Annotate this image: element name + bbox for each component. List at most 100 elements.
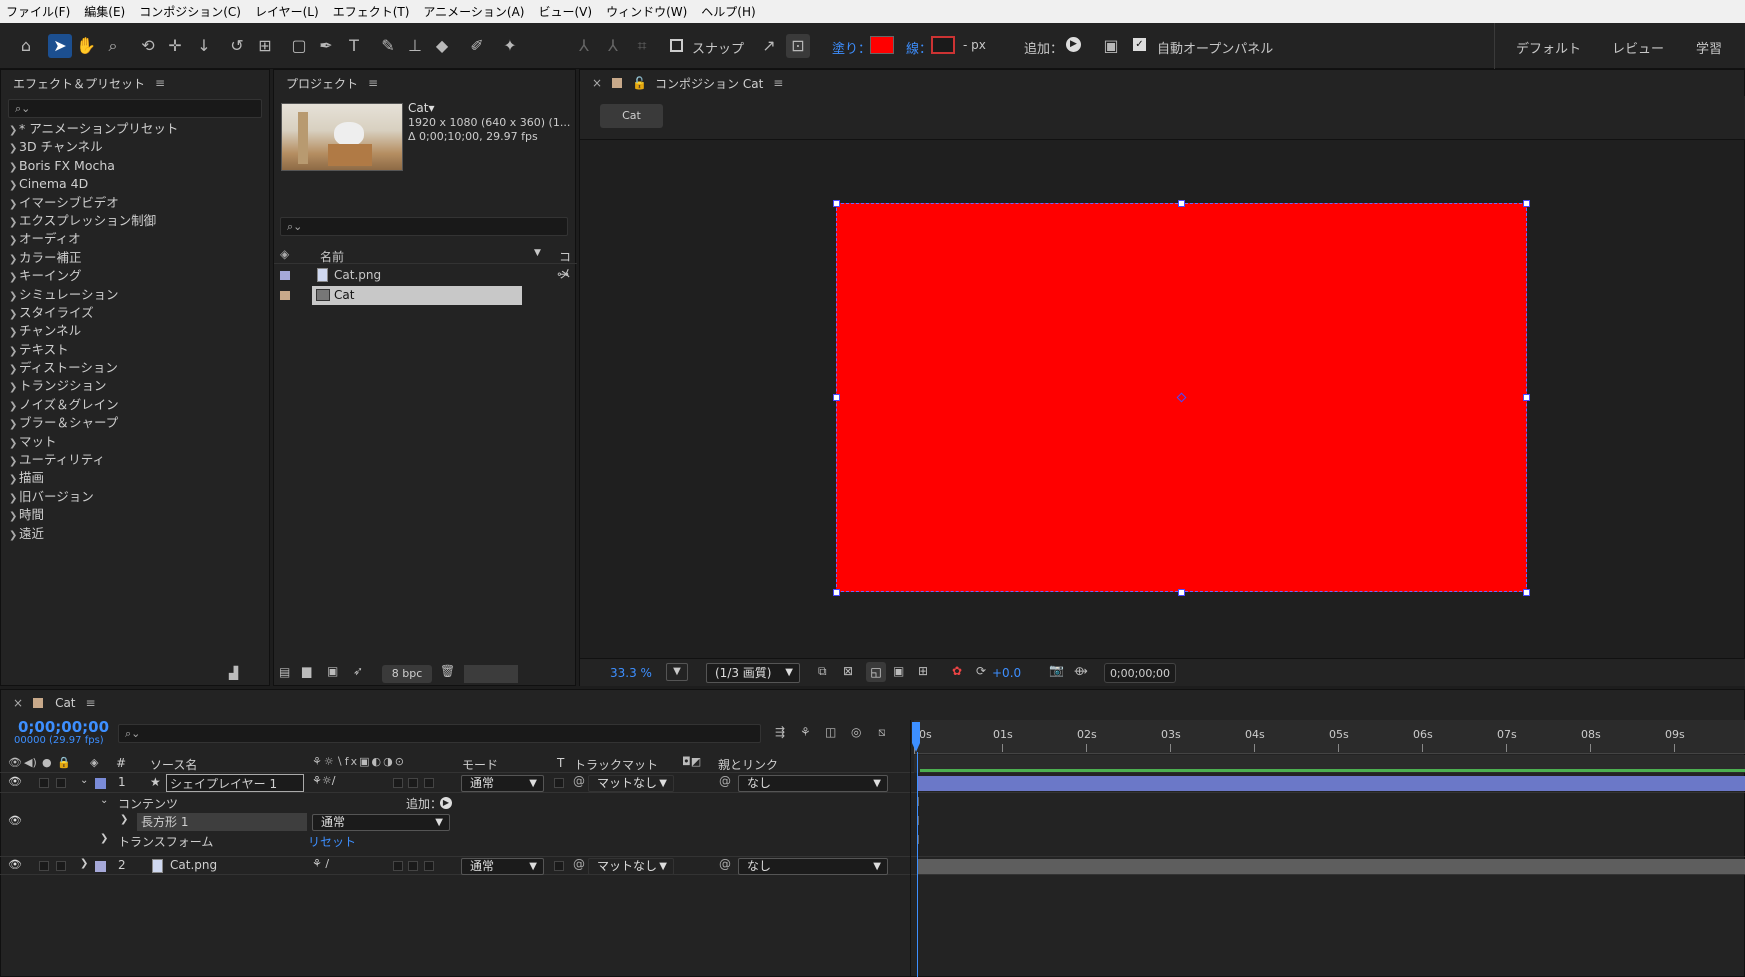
dolly-camera-icon[interactable]: ↓ xyxy=(192,34,216,58)
solo-box[interactable] xyxy=(39,778,49,788)
menu-animation[interactable]: アニメーション(A) xyxy=(423,3,524,20)
layer-name[interactable]: Cat.png xyxy=(170,858,217,872)
selection-tool-icon[interactable]: ➤ xyxy=(48,34,72,58)
snapshot-camera-icon[interactable]: 📷 xyxy=(1049,663,1064,677)
workspace-review[interactable]: レビュー xyxy=(1612,38,1664,57)
preserve-transparency-box[interactable] xyxy=(554,861,564,871)
auto-open-checkbox[interactable]: ✓ xyxy=(1133,38,1146,51)
effect-category[interactable]: ❯ シミュレーション xyxy=(3,286,261,304)
project-footer-field[interactable] xyxy=(464,665,518,683)
new-folder-icon[interactable]: ▆ xyxy=(302,664,311,678)
rotate-tool-icon[interactable]: ↺ xyxy=(225,34,249,58)
eraser-tool-icon[interactable]: ◆ xyxy=(430,34,454,58)
effect-category[interactable]: ❯ トランジション xyxy=(3,377,261,395)
hand-tool-icon[interactable]: ✋ xyxy=(74,34,98,58)
interpret-footage-icon[interactable]: ▤ xyxy=(279,665,290,679)
menu-layer[interactable]: レイヤー(L) xyxy=(255,3,319,20)
timeline-timecode[interactable]: 0;00;00;00 xyxy=(18,718,109,736)
menu-file[interactable]: ファイル(F) xyxy=(6,3,70,20)
chevron-right-icon[interactable]: ❯ xyxy=(100,833,108,844)
parent-dropdown[interactable]: なし ▼ xyxy=(738,858,888,875)
puppet-pin-icon[interactable]: ✦ xyxy=(498,34,522,58)
shy-layers-icon[interactable]: ◫ xyxy=(825,725,836,739)
zoom-tool-icon[interactable]: ⌕ xyxy=(101,34,125,58)
viewer-timecode[interactable]: 0;00;00;00 xyxy=(1104,663,1176,683)
timeline-row-transform[interactable]: ❯ トランスフォーム リセット I xyxy=(0,832,1745,851)
preserve-transparency-box[interactable] xyxy=(554,778,564,788)
comp-tab-cat[interactable]: Cat xyxy=(600,104,663,128)
menu-icon[interactable]: ≡ xyxy=(773,76,783,90)
column-name[interactable]: 名前 xyxy=(320,248,344,265)
menu-icon[interactable]: ≡ xyxy=(86,696,96,710)
pan-camera-icon[interactable]: ✛ xyxy=(163,34,187,58)
parent-dropdown[interactable]: なし ▼ xyxy=(738,775,888,792)
project-item-cat-comp[interactable]: Cat xyxy=(274,285,577,306)
effect-category[interactable]: ❯ ディストーション xyxy=(3,359,261,377)
eye-icon[interactable]: 👁 xyxy=(8,814,22,827)
show-snapshot-icon[interactable]: ⟴ xyxy=(1074,664,1088,678)
snap-grid-icon[interactable]: ⊡ xyxy=(786,34,810,58)
clone-stamp-icon[interactable]: ⊥ xyxy=(403,34,427,58)
track-matte-dropdown[interactable]: マットなし ▼ xyxy=(588,775,674,792)
bpc-button[interactable]: 8 bpc xyxy=(382,665,432,683)
switch-box[interactable] xyxy=(393,778,403,788)
bbox-handle[interactable] xyxy=(1178,589,1185,596)
effect-category[interactable]: ❯ * アニメーションプリセット xyxy=(3,120,261,138)
reset-exposure-icon[interactable]: ⟳ xyxy=(976,664,986,678)
effect-category[interactable]: ❯ マット xyxy=(3,433,261,451)
parent-pickwhip-icon[interactable]: @ xyxy=(719,774,731,788)
mask-visibility-icon[interactable]: ◱ xyxy=(866,662,886,682)
chevron-right-icon[interactable]: ❯ xyxy=(80,858,88,869)
bbox-handle[interactable] xyxy=(833,394,840,401)
stroke-color-swatch[interactable] xyxy=(931,36,955,54)
zoom-level[interactable]: 33.3 % xyxy=(610,666,652,680)
mode-dropdown[interactable]: 通常 ▼ xyxy=(461,858,544,875)
audio-toggle-icon[interactable]: ◀) xyxy=(24,756,37,769)
add-play-icon[interactable]: ▶ xyxy=(440,797,452,809)
effect-category[interactable]: ❯ オーディオ xyxy=(3,230,261,248)
eye-icon[interactable]: 👁 xyxy=(8,775,22,788)
switch-box[interactable] xyxy=(393,861,403,871)
solo-box[interactable] xyxy=(39,861,49,871)
lock-box[interactable] xyxy=(56,861,66,871)
rectangle-name-field[interactable]: 長方形 1 xyxy=(137,813,307,831)
effect-category[interactable]: ❯ チャンネル xyxy=(3,322,261,340)
effects-search-input[interactable]: ⌕⌄ xyxy=(8,99,262,118)
layer1-duration-bar[interactable] xyxy=(918,776,1745,791)
timeline-row-layer1[interactable]: 👁 ⌄ 1 ★ シェイプレイヤー 1 ⚘☼∕ 通常 ▼ @ マットなし ▼ @ なし… xyxy=(0,774,1745,793)
flowchart-icon[interactable]: ⊶ xyxy=(557,267,569,281)
exposure-value[interactable]: +0.0 xyxy=(992,666,1021,680)
axis-local-icon[interactable]: ⅄ xyxy=(572,34,596,58)
timeline-row-contents[interactable]: ⌄ コンテンツ 追加： ▶ I xyxy=(0,794,1745,813)
effect-category[interactable]: ❯ スタイライズ xyxy=(3,304,261,322)
timeline-search-input[interactable]: ⌕⌄ xyxy=(118,724,761,743)
bbox-handle[interactable] xyxy=(1523,394,1530,401)
menu-edit[interactable]: 編集(E) xyxy=(84,3,125,20)
bbox-handle[interactable] xyxy=(833,589,840,596)
menu-view[interactable]: ビュー(V) xyxy=(538,3,592,20)
switch-box[interactable] xyxy=(424,778,434,788)
effect-category[interactable]: ❯ 遠近 xyxy=(3,525,261,543)
panel-icon[interactable]: ▣ xyxy=(1099,34,1123,58)
anchor-tool-icon[interactable]: ⊞ xyxy=(253,34,277,58)
workspace-default[interactable]: デフォルト xyxy=(1516,38,1581,57)
new-preset-icon[interactable]: ▟ xyxy=(229,666,238,680)
rectangle-mode-dropdown[interactable]: 通常 ▼ xyxy=(312,814,450,831)
menu-window[interactable]: ウィンドウ(W) xyxy=(606,3,687,20)
shy-switch-icon[interactable]: ⚘ ∕ xyxy=(312,857,329,870)
lock-box[interactable] xyxy=(56,778,66,788)
close-icon[interactable]: × xyxy=(13,696,23,710)
bbox-handle[interactable] xyxy=(833,200,840,207)
trash-icon[interactable]: 🗑 xyxy=(440,664,455,678)
playhead-line[interactable] xyxy=(917,752,918,977)
switch-box[interactable] xyxy=(424,861,434,871)
draft-3d-icon[interactable]: ⚘ xyxy=(800,725,811,739)
workspace-learn[interactable]: 学習 xyxy=(1696,38,1722,57)
fast-preview-icon[interactable]: ⧉ xyxy=(818,664,827,679)
timeline-row-layer2[interactable]: 👁 ❯ 2 Cat.png ⚘ ∕ 通常 ▼ @ マットなし ▼ @ なし ▼ xyxy=(0,856,1745,875)
rectangle-tool-icon[interactable]: ▢ xyxy=(287,34,311,58)
chevron-down-icon[interactable]: ⌄ xyxy=(100,795,108,806)
resolution-dropdown[interactable]: (1/3 画質) ▼ xyxy=(706,663,800,683)
effect-category[interactable]: ❯ Cinema 4D xyxy=(3,175,261,193)
video-toggle-icon[interactable]: 👁 xyxy=(8,756,22,769)
